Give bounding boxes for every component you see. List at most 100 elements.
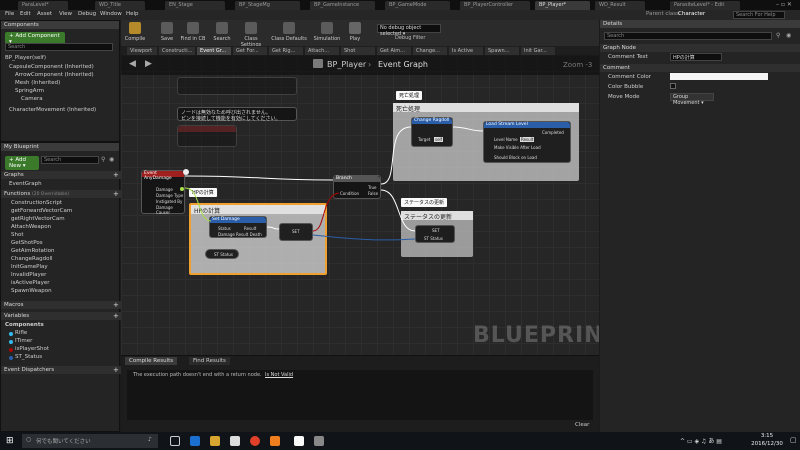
- app-icon[interactable]: [314, 436, 324, 446]
- event-dispatchers-section[interactable]: Event Dispatchers: [1, 366, 121, 374]
- play-button[interactable]: Play: [344, 22, 366, 42]
- tab-shot[interactable]: Shot: [341, 47, 375, 55]
- tab-wd-result[interactable]: WD_Result: [595, 1, 645, 10]
- windows-start-icon[interactable]: ⊞: [6, 436, 14, 446]
- add-function-icon[interactable]: +: [113, 190, 119, 198]
- color-bubble-checkbox[interactable]: [670, 83, 676, 89]
- add-macro-icon[interactable]: +: [113, 301, 119, 309]
- tab-en-stage[interactable]: EN_Stage: [165, 1, 225, 10]
- variable-item[interactable]: isPlayerShot: [15, 346, 49, 352]
- move-mode-select[interactable]: Group Movement ▾: [670, 93, 714, 106]
- details-search-input[interactable]: Search: [604, 32, 772, 40]
- add-graph-icon[interactable]: +: [113, 171, 119, 179]
- tab-bp-gamemode[interactable]: BP_GameMode: [385, 1, 450, 10]
- add-new-button[interactable]: + Add New ▾: [5, 156, 39, 170]
- my-blueprint-search-input[interactable]: Search: [41, 156, 99, 164]
- variable-item[interactable]: Rifle: [15, 330, 27, 336]
- components-search-input[interactable]: Search: [5, 43, 113, 51]
- add-dispatcher-icon[interactable]: +: [113, 366, 119, 374]
- window-controls[interactable]: – ▫ ✕: [776, 1, 792, 8]
- function-item[interactable]: InitGamePlay: [11, 264, 48, 270]
- menu-edit[interactable]: Edit: [20, 11, 31, 17]
- file-explorer-icon[interactable]: [210, 436, 220, 446]
- simulation-button[interactable]: Simulation: [313, 22, 341, 42]
- tab-bp-stagemg[interactable]: BP_StageMg: [235, 1, 300, 10]
- function-item[interactable]: InvalidPlayer: [11, 272, 46, 278]
- menu-file[interactable]: File: [5, 11, 14, 17]
- function-item[interactable]: SpawnWeapon: [11, 288, 52, 294]
- comment-section[interactable]: Comment: [600, 64, 800, 72]
- system-tray-icons[interactable]: ^ ▭ ◈ ♫ あ ▤: [680, 436, 722, 445]
- notification-icon[interactable]: ▢: [790, 436, 797, 444]
- event-graph-canvas[interactable]: ◀ ▶ BP_Player › Event Graph Zoom -3 ノードは…: [121, 55, 599, 355]
- firefox-icon[interactable]: [270, 436, 280, 446]
- function-item[interactable]: ConstructionScript: [11, 200, 62, 206]
- tab-para-level[interactable]: ParaLevel*: [18, 1, 68, 10]
- tab-parasite-level[interactable]: ParasiteLevel* - Edit: [670, 1, 740, 10]
- function-item[interactable]: GetShotPos: [11, 240, 43, 246]
- variable-item[interactable]: ITimer: [15, 338, 32, 344]
- function-item[interactable]: getRightVectorCam: [11, 216, 65, 222]
- class-settings-button[interactable]: Class Settings: [234, 22, 268, 48]
- variable-item[interactable]: ST_Status: [15, 354, 42, 360]
- comment-text-field[interactable]: HPの計算: [670, 53, 722, 61]
- component-charactermovement[interactable]: CharacterMovement (Inherited): [9, 107, 96, 113]
- store-icon[interactable]: [230, 436, 240, 446]
- function-item[interactable]: getForwardVectorCam: [11, 208, 72, 214]
- tab-bp-gameinstance[interactable]: BP_GameInstance: [310, 1, 375, 10]
- tab-compile-results[interactable]: Compile Results: [125, 357, 178, 365]
- tab-change[interactable]: Change...: [413, 47, 447, 55]
- search-icon[interactable]: ⚲: [776, 32, 780, 39]
- tab-bp-player[interactable]: BP_Player*: [535, 1, 590, 10]
- edge-browser-icon[interactable]: [190, 436, 200, 446]
- functions-section[interactable]: Functions (20 Overridable): [1, 190, 121, 198]
- tab-init-game[interactable]: Init Gar...: [521, 47, 555, 55]
- component-arrow[interactable]: ArrowComponent (Inherited): [15, 72, 94, 78]
- debug-object-select[interactable]: No debug object selected ▾: [377, 24, 441, 37]
- find-in-cb-button[interactable]: Find in CB: [179, 22, 207, 42]
- menu-asset[interactable]: Asset: [37, 11, 52, 17]
- menu-debug[interactable]: Debug: [78, 11, 96, 17]
- class-defaults-button[interactable]: Class Defaults: [271, 22, 307, 42]
- view-options-icon[interactable]: ◉: [109, 156, 114, 163]
- task-view-icon[interactable]: [170, 436, 180, 446]
- component-capsule[interactable]: CapsuleComponent (Inherited): [9, 64, 94, 70]
- menu-window[interactable]: Window: [100, 11, 122, 17]
- taskbar-search-box[interactable]: ○ 何でも聞いてください ♪: [22, 434, 158, 448]
- clock-date[interactable]: 2016/12/30: [748, 441, 786, 447]
- function-item[interactable]: GetAimRotation: [11, 248, 54, 254]
- tab-get-right[interactable]: Get Rig...: [269, 47, 303, 55]
- chrome-icon[interactable]: [250, 436, 260, 446]
- component-springarm[interactable]: SpringArm: [15, 88, 44, 94]
- graphs-section[interactable]: Graphs: [1, 171, 121, 179]
- tab-is-active[interactable]: Is Active: [449, 47, 483, 55]
- clock-time[interactable]: 3:15: [752, 433, 782, 439]
- tab-viewport[interactable]: Viewport: [127, 47, 157, 55]
- search-help-input[interactable]: Search For Help: [733, 11, 785, 19]
- tab-spawn[interactable]: Spawn...: [485, 47, 519, 55]
- component-mesh[interactable]: Mesh (Inherited): [15, 80, 60, 86]
- search-icon[interactable]: ⚲: [101, 156, 105, 163]
- component-self[interactable]: BP_Player(self): [5, 55, 46, 61]
- compile-button[interactable]: Compile: [124, 22, 146, 42]
- menu-view[interactable]: View: [59, 11, 72, 17]
- variables-section[interactable]: Variables: [1, 312, 121, 320]
- tab-get-forward[interactable]: Get For...: [233, 47, 267, 55]
- clear-button[interactable]: Clear: [575, 422, 589, 428]
- tab-construction[interactable]: Constructi...: [159, 47, 195, 55]
- function-item[interactable]: isActivePlayer: [11, 280, 50, 286]
- function-item[interactable]: ChangeRagdoll: [11, 256, 53, 262]
- graph-node-section[interactable]: Graph Node: [600, 44, 800, 52]
- component-camera[interactable]: Camera: [21, 96, 43, 102]
- tab-get-aim[interactable]: Get Aim...: [377, 47, 411, 55]
- function-item[interactable]: AttachWeapon: [11, 224, 51, 230]
- save-button[interactable]: Save: [157, 22, 177, 42]
- event-graph-item[interactable]: EventGraph: [9, 181, 42, 187]
- function-item[interactable]: Shot: [11, 232, 24, 238]
- tab-attach[interactable]: Attach...: [305, 47, 339, 55]
- search-button[interactable]: Search: [211, 22, 233, 42]
- add-variable-icon[interactable]: +: [113, 312, 119, 320]
- comment-color-swatch[interactable]: [670, 73, 768, 80]
- menu-help[interactable]: Help: [126, 11, 139, 17]
- tab-find-results[interactable]: Find Results: [189, 357, 230, 365]
